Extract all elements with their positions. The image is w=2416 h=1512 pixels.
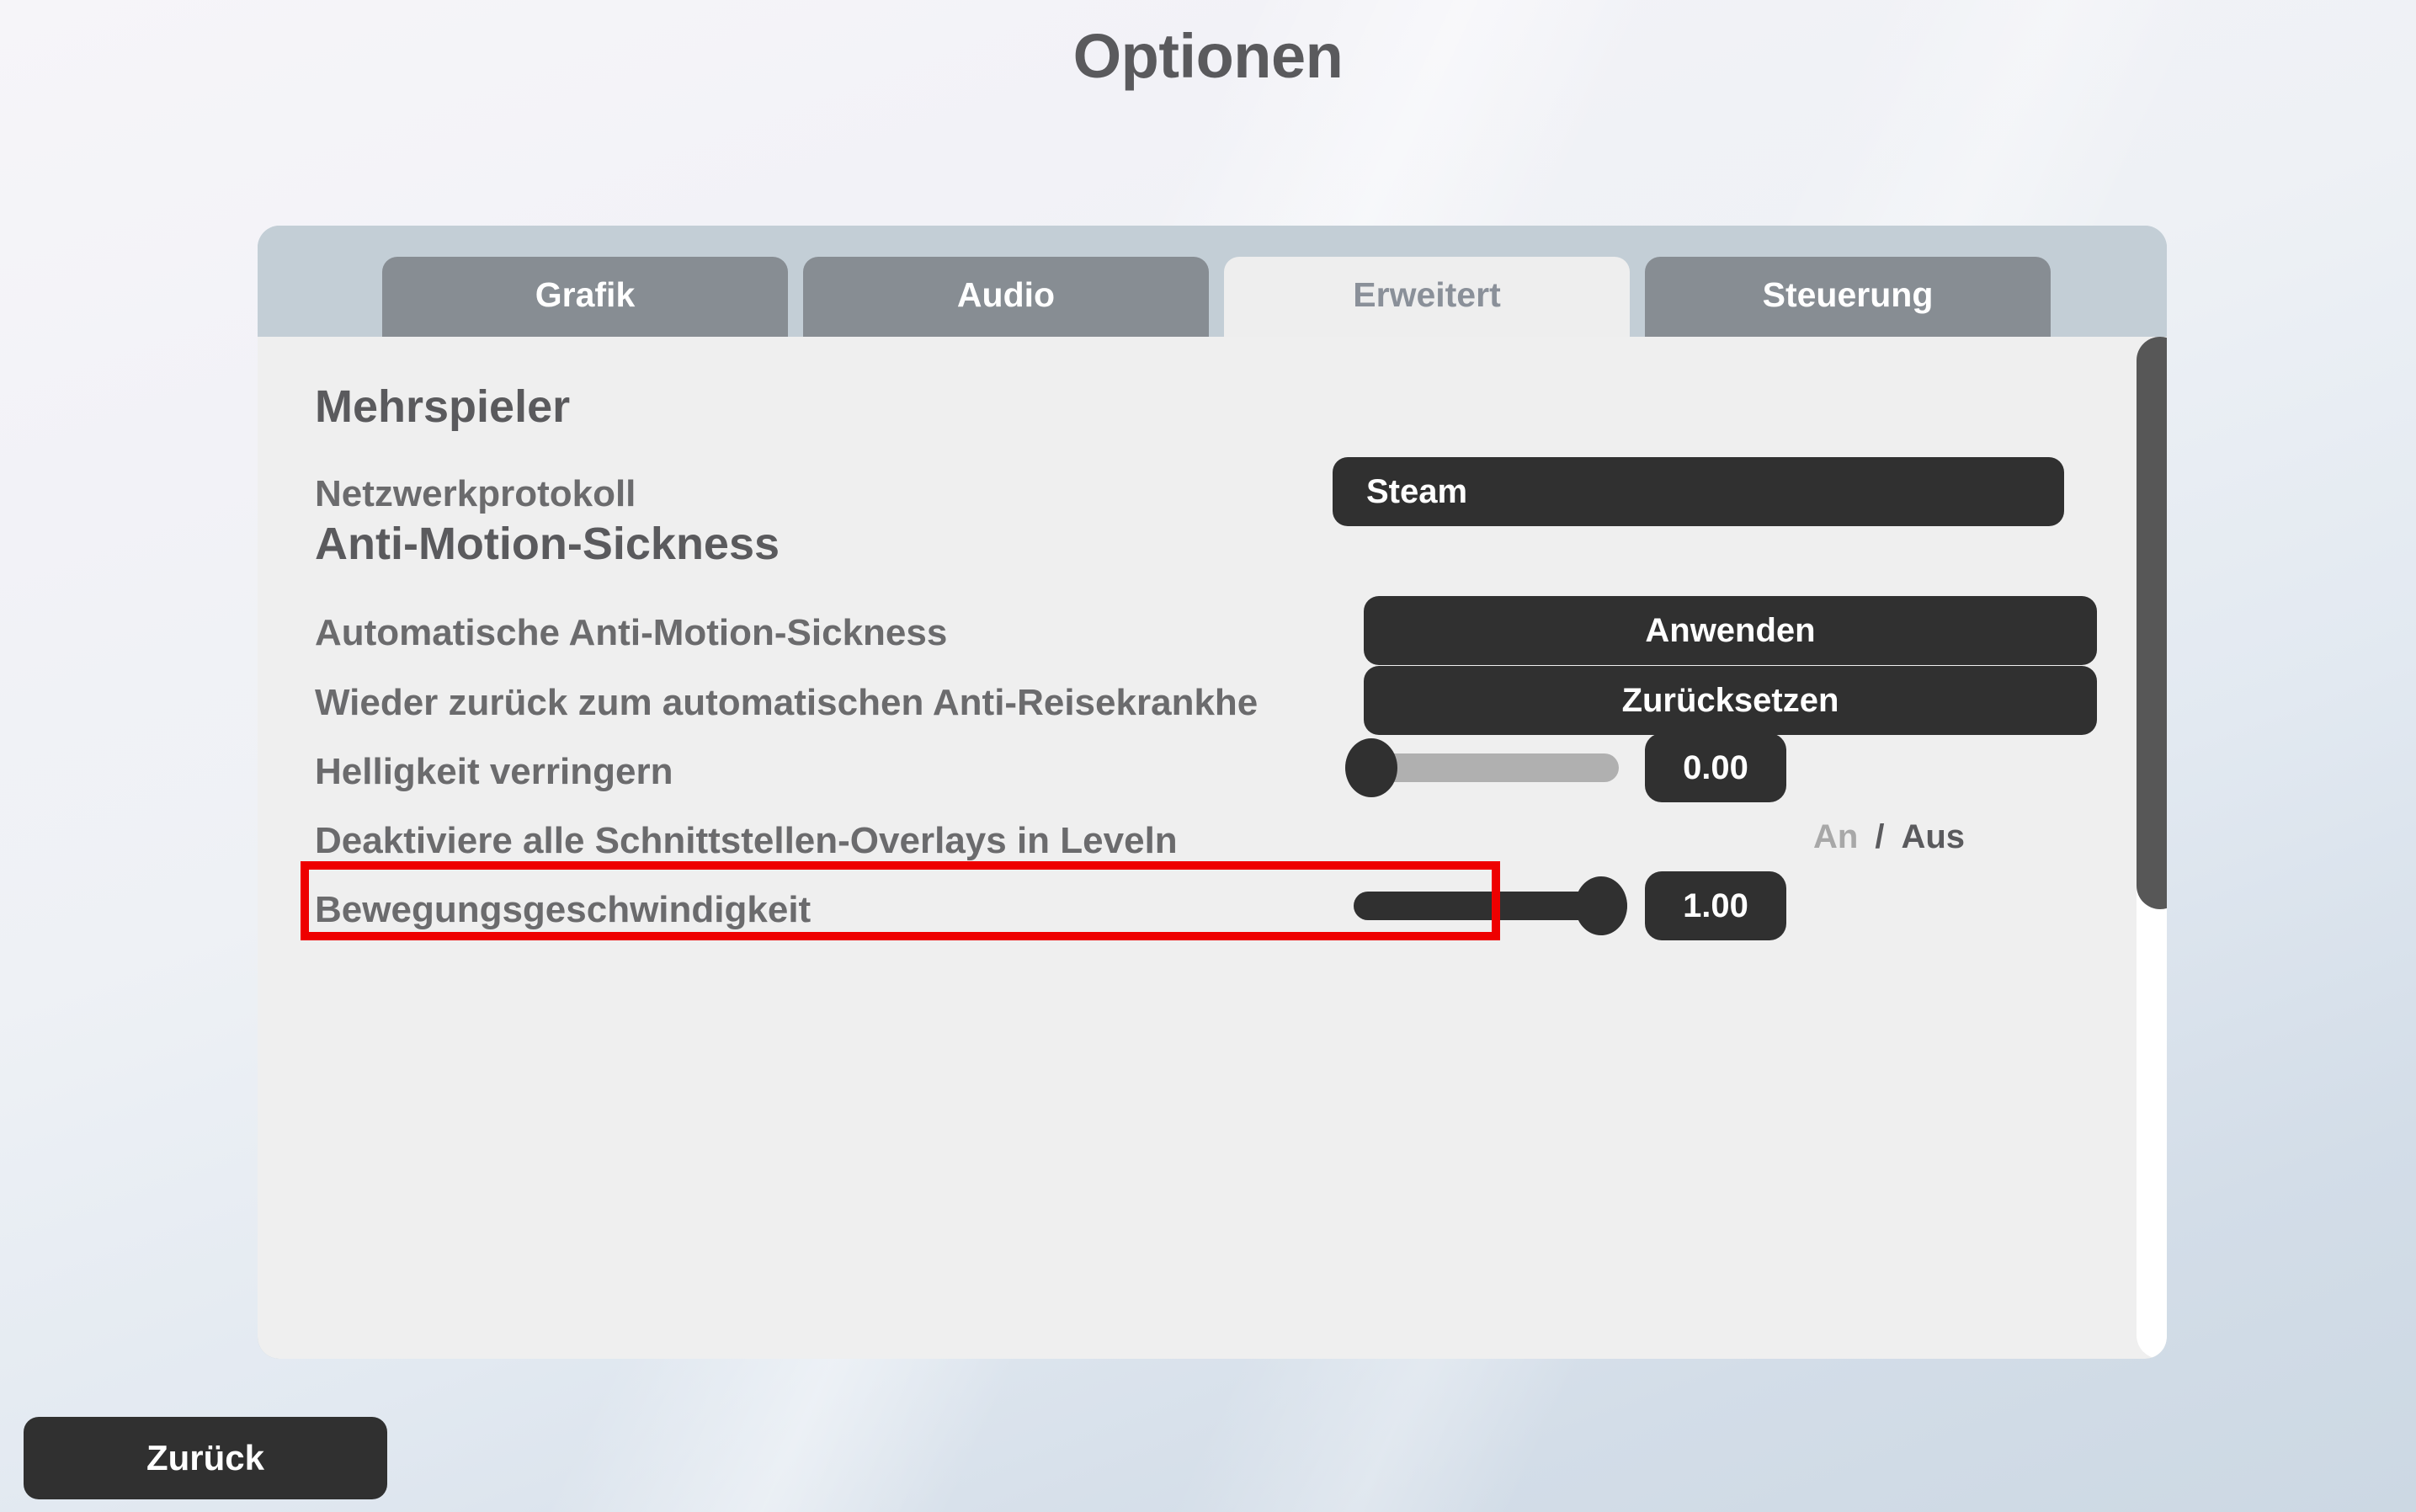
apply-button-label: Anwenden	[1645, 611, 1816, 649]
slider-thumb[interactable]	[1575, 876, 1627, 935]
toggle-option-off[interactable]: Aus	[1901, 818, 1965, 856]
row-label-helligkeit-verringern: Helligkeit verringern	[315, 751, 673, 792]
tab-erweitert[interactable]: Erweitert	[1224, 257, 1630, 337]
toggle-option-on[interactable]: An	[1813, 818, 1858, 856]
reset-auto-anti-motion-sickness-button[interactable]: Zurücksetzen	[1364, 666, 2097, 735]
row-label-zurueck-automatisch-anti-reisekrankheit: Wieder zurück zum automatischen Anti-Rei…	[315, 682, 1259, 723]
tab-grafik[interactable]: Grafik	[382, 257, 788, 337]
row-label-automatische-anti-motion-sickness: Automatische Anti-Motion-Sickness	[315, 612, 948, 653]
network-protocol-value: Steam	[1366, 472, 1468, 510]
apply-auto-anti-motion-sickness-button[interactable]: Anwenden	[1364, 596, 2097, 665]
disable-overlays-toggle[interactable]: An / Aus	[1813, 818, 1965, 856]
row-label-netzwerkprotokoll: Netzwerkprotokoll	[315, 473, 636, 514]
brightness-reduction-slider[interactable]	[1345, 738, 1619, 797]
tab-bar: Grafik Audio Erweitert Steuerung	[258, 226, 2167, 337]
network-protocol-dropdown[interactable]: Steam	[1333, 457, 2064, 526]
reset-button-label: Zurücksetzen	[1621, 681, 1839, 719]
settings-scroll-area[interactable]: Mehrspieler Netzwerkprotokoll Steam Anti…	[258, 337, 2167, 1359]
section-heading-anti-motion-sickness: Anti-Motion-Sickness	[315, 519, 780, 569]
row-label-deaktiviere-overlays: Deaktiviere alle Schnittstellen-Overlays…	[315, 820, 1178, 861]
toggle-separator: /	[1875, 818, 1885, 855]
tab-steuerung-label: Steuerung	[1762, 275, 1934, 314]
page-title: Optionen	[1072, 21, 1344, 91]
brightness-reduction-value-label: 0.00	[1683, 748, 1748, 786]
tab-erweitert-label: Erweitert	[1353, 275, 1501, 314]
movement-speed-slider[interactable]	[1354, 876, 1627, 935]
tab-steuerung[interactable]: Steuerung	[1645, 257, 2051, 337]
tab-audio-label: Audio	[956, 275, 1056, 314]
slider-thumb[interactable]	[1345, 738, 1397, 797]
options-panel: Grafik Audio Erweitert Steuerung Mehrspi…	[258, 226, 2167, 1359]
section-heading-mehrspieler: Mehrspieler	[315, 381, 571, 432]
movement-speed-value: 1.00	[1645, 871, 1786, 940]
tab-audio[interactable]: Audio	[803, 257, 1209, 337]
settings-content: Mehrspieler Netzwerkprotokoll Steam Anti…	[258, 337, 2135, 1359]
row-label-bewegungsgeschwindigkeit: Bewegungsgeschwindigkeit	[315, 889, 812, 930]
back-button[interactable]: Zurück	[24, 1417, 387, 1499]
brightness-reduction-value: 0.00	[1645, 733, 1786, 802]
settings-scrollbar-thumb[interactable]	[2137, 337, 2167, 909]
back-button-label: Zurück	[146, 1438, 265, 1477]
movement-speed-value-label: 1.00	[1683, 886, 1748, 924]
tab-grafik-label: Grafik	[535, 275, 636, 314]
